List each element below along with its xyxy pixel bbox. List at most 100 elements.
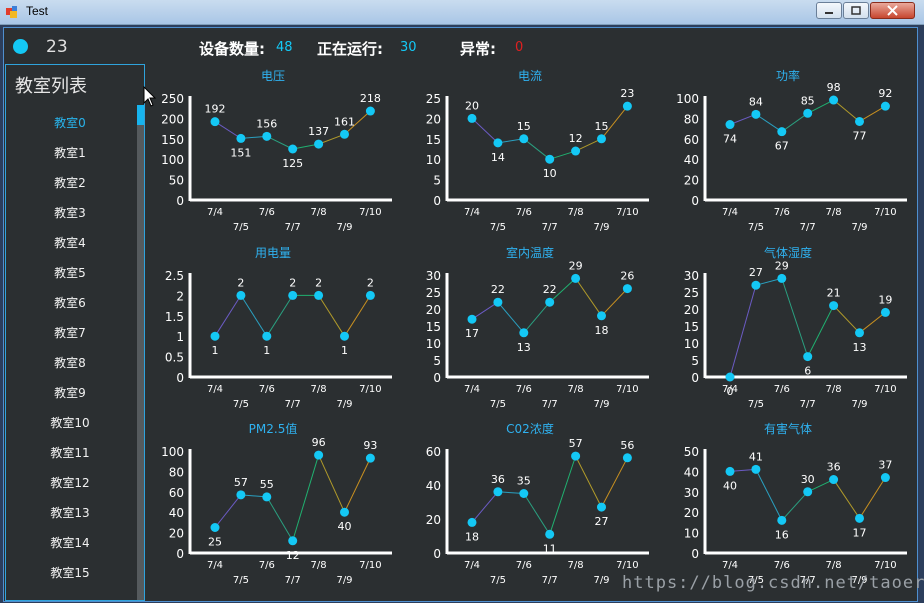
x-tick-label: 7/8: [826, 560, 842, 571]
data-label: 10: [543, 167, 557, 180]
data-point: [829, 95, 839, 105]
data-point: [493, 297, 503, 307]
x-tick-label: 7/8: [568, 560, 584, 571]
series-line-segment: [266, 295, 294, 337]
data-label: 2: [289, 276, 296, 289]
x-tick-label: 7/7: [542, 399, 558, 410]
data-label: 27: [595, 515, 609, 528]
data-label: 56: [620, 439, 634, 452]
data-point: [365, 453, 375, 463]
data-point: [571, 146, 581, 156]
x-tick-label: 7/10: [874, 207, 896, 218]
y-tick-label: 50: [684, 445, 699, 459]
x-tick-label: 7/6: [774, 207, 790, 218]
y-tick-label: 15: [684, 320, 699, 334]
series-line-segment: [214, 494, 242, 528]
data-point: [751, 280, 761, 290]
data-label: 19: [878, 293, 892, 306]
x-tick-label: 7/4: [207, 384, 223, 395]
x-tick-label: 7/7: [800, 399, 816, 410]
y-tick-label: 50: [169, 174, 184, 188]
data-label: 41: [749, 450, 763, 463]
y-tick-label: 25: [426, 286, 441, 300]
data-label: 22: [491, 283, 505, 296]
x-tick-label: 7/10: [616, 384, 638, 395]
data-point: [288, 536, 298, 546]
data-point: [622, 453, 632, 463]
data-point: [725, 120, 735, 130]
series-line-segment: [344, 295, 371, 337]
y-tick-label: 5: [433, 354, 441, 368]
y-tick-label: 10: [684, 337, 699, 351]
data-point: [210, 523, 220, 532]
y-tick-label: 40: [426, 479, 441, 493]
x-tick-label: 7/9: [336, 399, 352, 410]
x-tick-label: 7/9: [593, 399, 609, 410]
x-tick-label: 7/6: [516, 560, 532, 571]
series-line-segment: [318, 295, 345, 337]
y-tick-label: 5: [691, 354, 699, 368]
data-label: 2: [315, 276, 322, 289]
data-label: 77: [853, 129, 867, 142]
data-point: [236, 290, 246, 300]
x-tick-label: 7/7: [800, 222, 816, 233]
data-point: [880, 101, 890, 111]
series-line-segment: [833, 479, 860, 519]
data-point: [803, 352, 813, 362]
data-point: [597, 311, 606, 321]
data-point: [829, 475, 839, 485]
data-label: 26: [620, 270, 634, 283]
y-tick-label: 30: [426, 269, 441, 283]
y-tick-label: 30: [684, 486, 699, 500]
y-tick-label: 20: [426, 513, 441, 527]
y-tick-label: 40: [684, 465, 699, 479]
x-tick-label: 7/5: [490, 399, 506, 410]
x-tick-label: 7/6: [259, 207, 275, 218]
x-tick-label: 7/10: [874, 384, 896, 395]
y-tick-label: 25: [684, 286, 699, 300]
chart-title: 有害气体: [764, 421, 812, 436]
chart-title: PM2.5值: [249, 421, 298, 436]
data-point: [467, 517, 477, 527]
data-label: 18: [595, 324, 609, 337]
x-tick-label: 7/6: [774, 384, 790, 395]
data-label: 67: [775, 140, 789, 153]
data-label: 11: [543, 542, 557, 555]
data-label: 12: [286, 549, 300, 562]
series-line-segment: [240, 295, 268, 337]
x-tick-label: 7/6: [259, 560, 275, 571]
data-label: 22: [543, 283, 557, 296]
data-point: [855, 116, 864, 126]
series-line-segment: [755, 113, 783, 133]
data-point: [288, 290, 298, 300]
data-point: [855, 513, 864, 523]
data-label: 2: [367, 276, 374, 289]
series-line-segment: [523, 493, 551, 535]
data-point: [777, 127, 787, 137]
data-point: [493, 138, 503, 148]
x-tick-label: 7/10: [359, 560, 381, 571]
data-label: 156: [256, 117, 277, 130]
series-line-segment: [859, 312, 886, 334]
y-tick-label: 40: [169, 506, 184, 520]
series-line-segment: [575, 278, 602, 317]
data-point: [829, 301, 839, 311]
data-point: [519, 328, 529, 338]
data-point: [365, 290, 375, 300]
x-tick-label: 7/5: [490, 222, 506, 233]
x-tick-label: 7/10: [874, 560, 896, 571]
y-tick-label: 60: [684, 133, 699, 147]
data-point: [519, 489, 529, 498]
x-tick-label: 7/7: [542, 222, 558, 233]
data-point: [545, 529, 555, 539]
y-tick-label: 20: [169, 527, 184, 541]
data-label: 96: [312, 436, 326, 449]
series-line-segment: [601, 457, 628, 508]
series-line-segment: [523, 138, 551, 160]
y-tick-label: 100: [161, 445, 184, 459]
data-point: [262, 131, 272, 141]
y-tick-label: 25: [426, 92, 441, 106]
data-label: 37: [878, 459, 892, 472]
series-line-segment: [807, 305, 835, 357]
data-point: [493, 487, 503, 497]
